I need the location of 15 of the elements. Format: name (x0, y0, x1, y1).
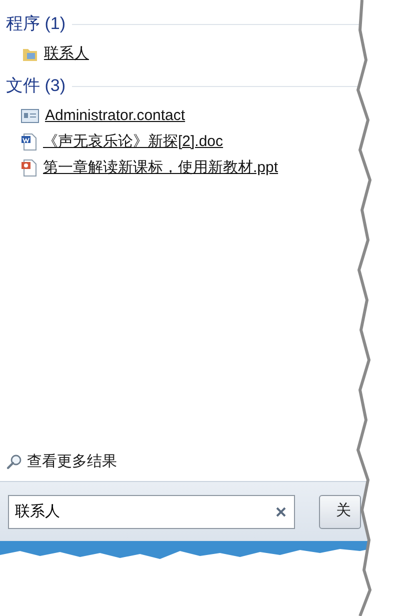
result-link[interactable]: Administrator.contact (45, 104, 186, 128)
result-link[interactable]: 《声无哀乐论》新探[2].doc (43, 130, 224, 154)
result-link[interactable]: 联系人 (44, 42, 89, 66)
group-heading: 文件 (3) (6, 75, 66, 98)
powerpoint-document-icon (21, 159, 37, 177)
search-icon (6, 454, 22, 470)
contact-card-icon (21, 109, 39, 123)
shutdown-button[interactable]: 关 (319, 494, 361, 528)
word-document-icon (21, 133, 37, 151)
search-field[interactable]: 联系人 (8, 494, 295, 528)
more-results-link[interactable]: 查看更多结果 (27, 450, 117, 474)
folder-icon (22, 46, 38, 62)
result-link[interactable]: 第一章解读新课标，使用新教材.ppt (43, 156, 278, 180)
clear-icon[interactable] (275, 506, 287, 518)
group-heading: 程序 (1) (6, 13, 66, 36)
